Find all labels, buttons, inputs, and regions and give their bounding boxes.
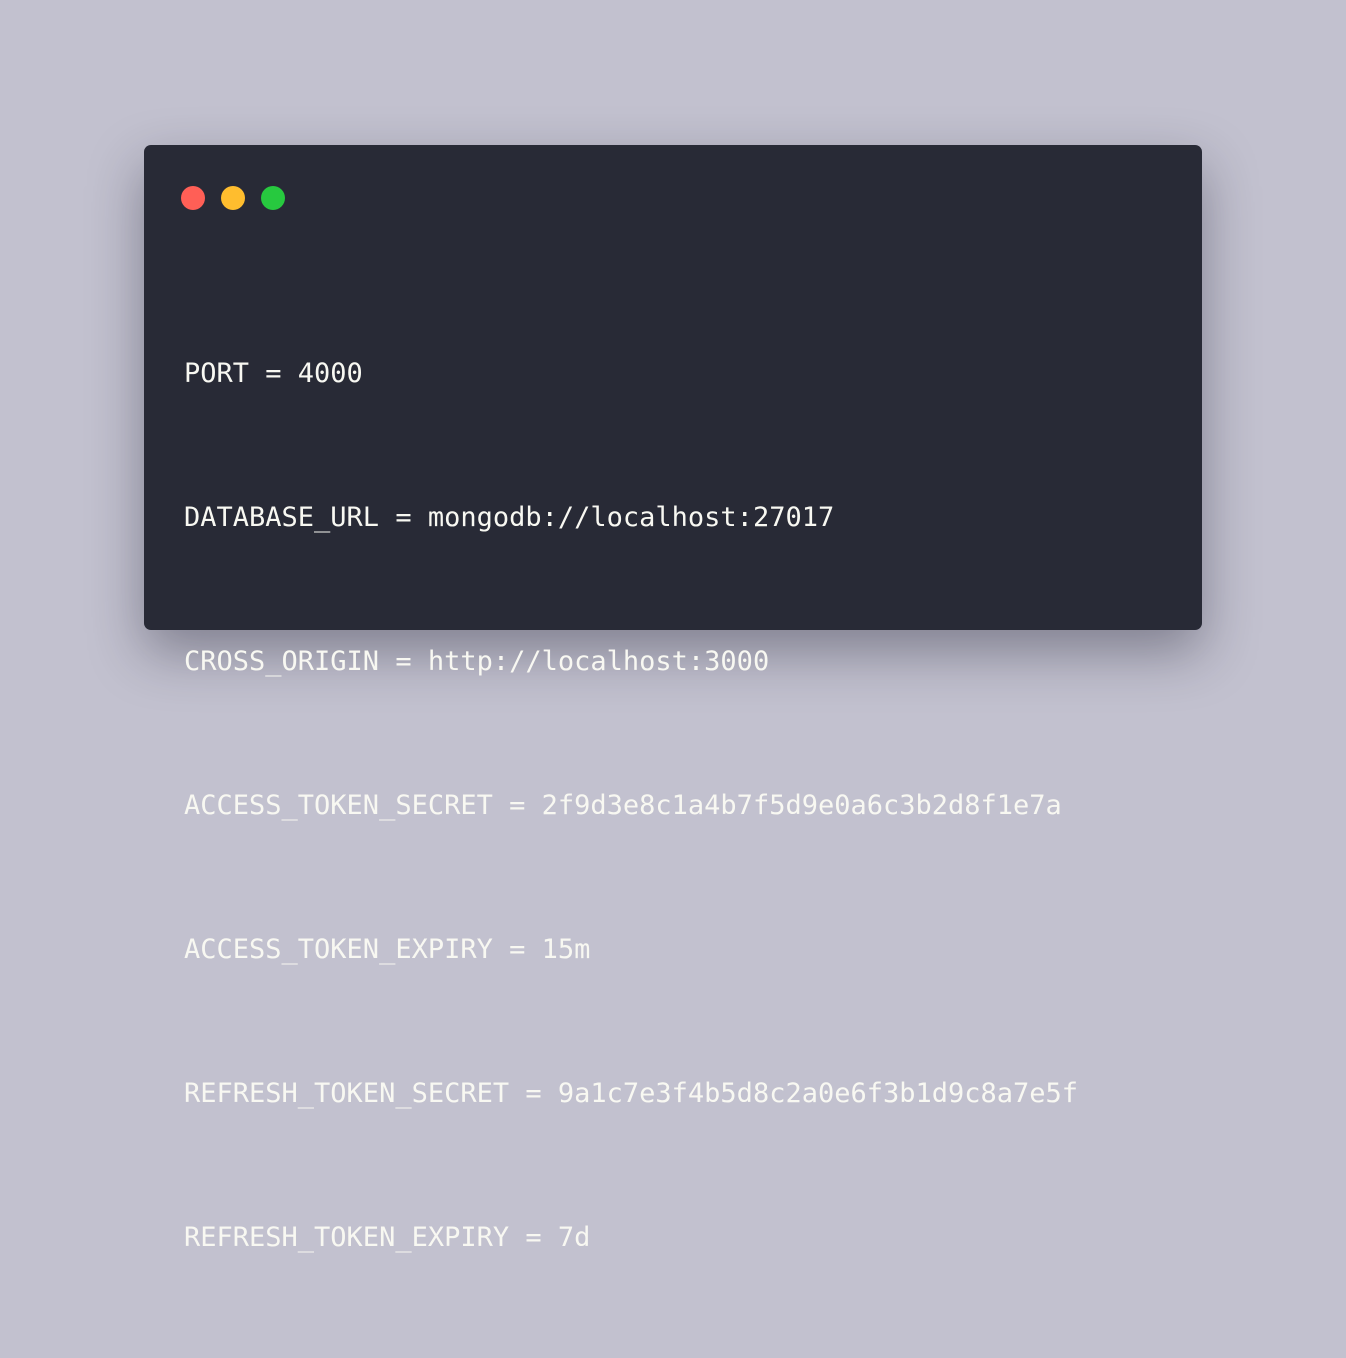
close-dot-icon[interactable] <box>181 186 205 210</box>
code-line-access-token-secret: ACCESS_TOKEN_SECRET = 2f9d3e8c1a4b7f5d9e… <box>184 790 1062 821</box>
code-line-database-url: DATABASE_URL = mongodb://localhost:27017 <box>184 502 835 533</box>
code-window: PORT = 4000 DATABASE_URL = mongodb://loc… <box>144 145 1202 1253</box>
code-line-refresh-token-expiry: REFRESH_TOKEN_EXPIRY = 7d <box>184 1222 591 1253</box>
env-code-block: PORT = 4000 DATABASE_URL = mongodb://loc… <box>184 254 1078 1358</box>
code-line-cross-origin: CROSS_ORIGIN = http://localhost:3000 <box>184 646 770 677</box>
code-line-access-token-expiry: ACCESS_TOKEN_EXPIRY = 15m <box>184 934 591 965</box>
minimize-dot-icon[interactable] <box>221 186 245 210</box>
code-line-port: PORT = 4000 <box>184 358 363 389</box>
window-controls <box>181 186 285 210</box>
maximize-dot-icon[interactable] <box>261 186 285 210</box>
code-line-refresh-token-secret: REFRESH_TOKEN_SECRET = 9a1c7e3f4b5d8c2a0… <box>184 1078 1079 1109</box>
